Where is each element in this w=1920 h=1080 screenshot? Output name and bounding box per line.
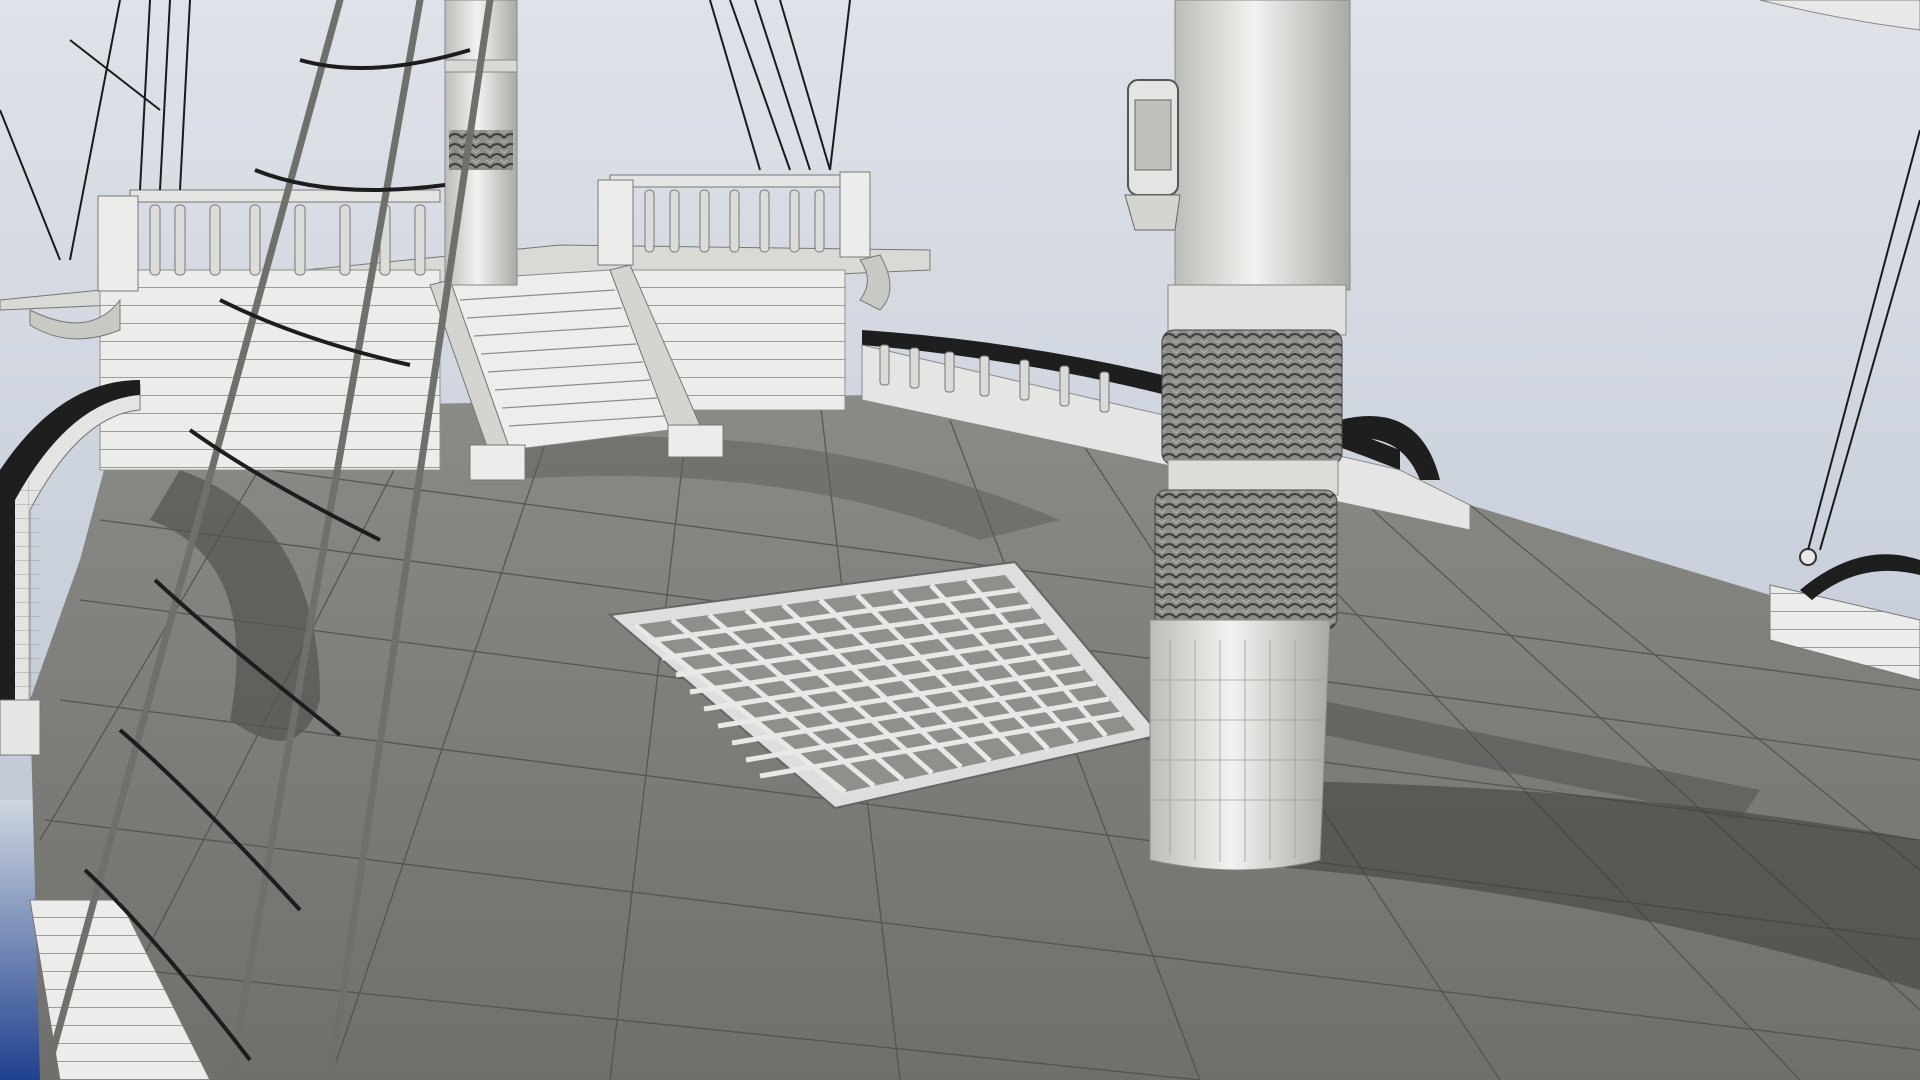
rope-coil-upper: [1161, 329, 1343, 466]
main-mast[interactable]: [1149, 0, 1351, 871]
rope-coil-lower: [1154, 489, 1338, 631]
3d-viewport[interactable]: [0, 0, 1920, 1080]
lantern: [1124, 79, 1181, 231]
ship-deck-scene: [0, 0, 1920, 1080]
